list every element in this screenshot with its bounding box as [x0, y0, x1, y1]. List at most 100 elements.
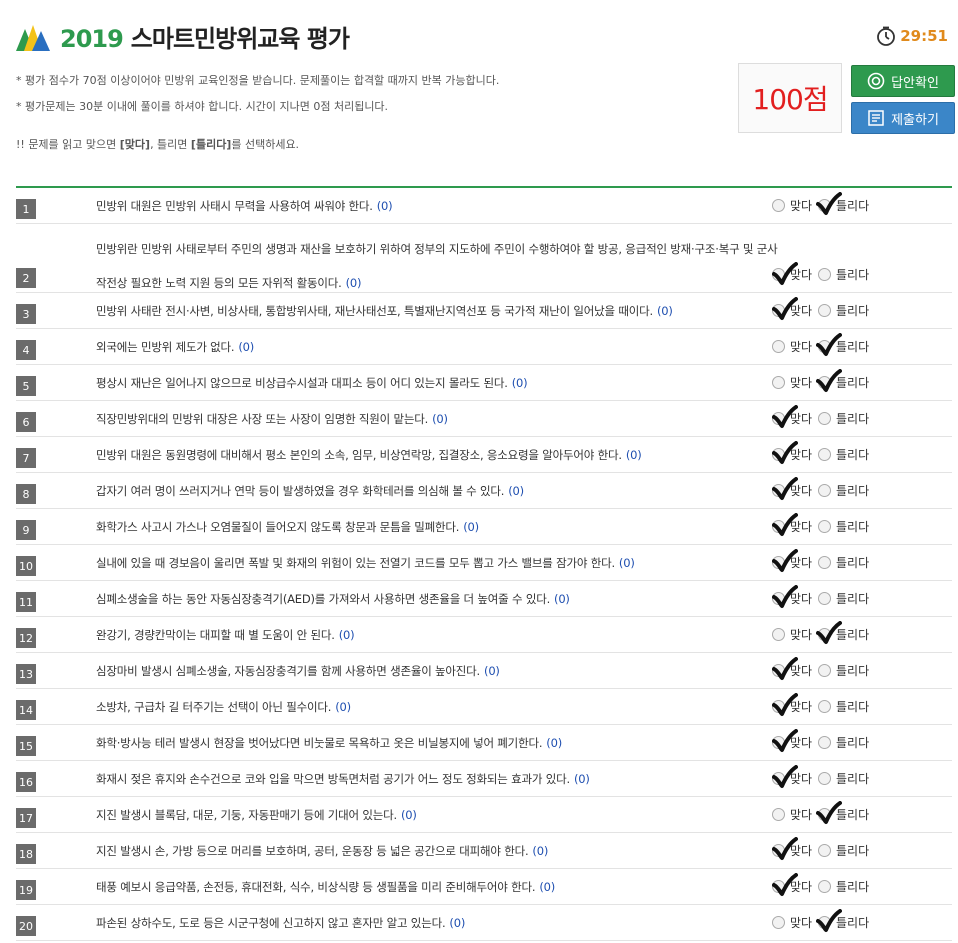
option-wrong[interactable]: 틀리다: [818, 833, 869, 868]
radio-correct[interactable]: [772, 592, 785, 605]
question-number: 10: [16, 556, 36, 576]
radio-correct[interactable]: [772, 376, 785, 389]
option-correct[interactable]: 맞다: [772, 437, 812, 472]
option-wrong[interactable]: 틀리다: [818, 257, 869, 292]
instruction-o: [맞다]: [119, 138, 151, 151]
radio-wrong[interactable]: [818, 916, 831, 929]
option-correct[interactable]: 맞다: [772, 581, 812, 616]
radio-wrong[interactable]: [818, 628, 831, 641]
radio-correct[interactable]: [772, 628, 785, 641]
option-correct[interactable]: 맞다: [772, 473, 812, 508]
option-correct[interactable]: 맞다: [772, 329, 812, 364]
option-wrong[interactable]: 틀리다: [818, 365, 869, 400]
option-correct[interactable]: 맞다: [772, 509, 812, 544]
option-wrong[interactable]: 틀리다: [818, 905, 869, 940]
radio-correct[interactable]: [772, 520, 785, 533]
question-text: 지진 발생시 손, 가방 등으로 머리를 보호하며, 공터, 운동장 등 넓은 …: [96, 833, 548, 868]
target-icon: [867, 72, 885, 90]
radio-wrong[interactable]: [818, 520, 831, 533]
question-row: 13 심장마비 발생시 심폐소생술, 자동심장충격기를 함께 사용하면 생존율이 …: [16, 653, 952, 689]
answer-check-button[interactable]: 답안확인: [851, 65, 955, 97]
radio-correct[interactable]: [772, 664, 785, 677]
radio-wrong[interactable]: [818, 664, 831, 677]
radio-correct[interactable]: [772, 700, 785, 713]
question-text: 심장마비 발생시 심폐소생술, 자동심장충격기를 함께 사용하면 생존율이 높아…: [96, 653, 500, 688]
radio-wrong[interactable]: [818, 808, 831, 821]
option-correct-label: 맞다: [790, 772, 813, 786]
radio-wrong[interactable]: [818, 700, 831, 713]
option-wrong[interactable]: 틀리다: [818, 509, 869, 544]
radio-wrong[interactable]: [818, 880, 831, 893]
question-row: 7 민방위 대원은 동원명령에 대비해서 평소 본인의 소속, 임무, 비상연락망…: [16, 437, 952, 473]
radio-correct[interactable]: [772, 448, 785, 461]
option-wrong[interactable]: 틀리다: [818, 869, 869, 904]
option-correct[interactable]: 맞다: [772, 905, 812, 940]
radio-wrong[interactable]: [818, 304, 831, 317]
radio-wrong[interactable]: [818, 199, 831, 212]
option-correct[interactable]: 맞다: [772, 365, 812, 400]
radio-correct[interactable]: [772, 484, 785, 497]
radio-correct[interactable]: [772, 844, 785, 857]
option-correct[interactable]: 맞다: [772, 761, 812, 796]
question-points: (0): [539, 879, 556, 894]
radio-correct[interactable]: [772, 340, 785, 353]
question-row: 18 지진 발생시 손, 가방 등으로 머리를 보호하며, 공터, 운동장 등 넓…: [16, 833, 952, 869]
option-wrong[interactable]: 틀리다: [818, 689, 869, 724]
radio-wrong[interactable]: [818, 592, 831, 605]
option-wrong[interactable]: 틀리다: [818, 761, 869, 796]
option-wrong[interactable]: 틀리다: [818, 401, 869, 436]
option-correct[interactable]: 맞다: [772, 293, 812, 328]
option-correct[interactable]: 맞다: [772, 617, 812, 652]
radio-wrong[interactable]: [818, 484, 831, 497]
option-wrong[interactable]: 틀리다: [818, 329, 869, 364]
radio-correct[interactable]: [772, 304, 785, 317]
option-wrong[interactable]: 틀리다: [818, 581, 869, 616]
option-correct[interactable]: 맞다: [772, 188, 812, 223]
radio-wrong[interactable]: [818, 736, 831, 749]
question-number: 14: [16, 700, 36, 720]
submit-button[interactable]: 제출하기: [851, 102, 955, 134]
option-correct[interactable]: 맞다: [772, 545, 812, 580]
option-correct[interactable]: 맞다: [772, 797, 812, 832]
question-row: 6 직장민방위대의 민방위 대장은 사장 또는 사장이 임명한 직원이 맡는다.(…: [16, 401, 952, 437]
radio-correct[interactable]: [772, 199, 785, 212]
radio-wrong[interactable]: [818, 412, 831, 425]
radio-wrong[interactable]: [818, 844, 831, 857]
option-wrong[interactable]: 틀리다: [818, 653, 869, 688]
radio-correct[interactable]: [772, 556, 785, 569]
option-wrong[interactable]: 틀리다: [818, 473, 869, 508]
question-list: 1 민방위 대원은 민방위 사태시 무력을 사용하여 싸워야 한다. (0) 맞다 틀리…: [16, 186, 952, 941]
timer: 29:51: [876, 26, 948, 46]
option-wrong[interactable]: 틀리다: [818, 293, 869, 328]
option-wrong[interactable]: 틀리다: [818, 725, 869, 760]
question-label: 민방위 대원은 민방위 사태시 무력을 사용하여 싸워야 한다.: [96, 198, 373, 213]
radio-correct[interactable]: [772, 736, 785, 749]
question-row: 15 화학·방사능 테러 발생시 현장을 벗어났다면 비눗물로 목욕하고 옷은 비…: [16, 725, 952, 761]
option-correct[interactable]: 맞다: [772, 689, 812, 724]
option-correct[interactable]: 맞다: [772, 869, 812, 904]
radio-correct[interactable]: [772, 880, 785, 893]
option-wrong[interactable]: 틀리다: [818, 797, 869, 832]
radio-correct[interactable]: [772, 772, 785, 785]
radio-correct[interactable]: [772, 268, 785, 281]
radio-correct[interactable]: [772, 412, 785, 425]
radio-wrong[interactable]: [818, 448, 831, 461]
question-label: 심장마비 발생시 심폐소생술, 자동심장충격기를 함께 사용하면 생존율이 높아…: [96, 663, 481, 678]
radio-correct[interactable]: [772, 808, 785, 821]
option-wrong[interactable]: 틀리다: [818, 188, 869, 223]
radio-wrong[interactable]: [818, 340, 831, 353]
option-correct[interactable]: 맞다: [772, 833, 812, 868]
option-correct[interactable]: 맞다: [772, 401, 812, 436]
radio-wrong[interactable]: [818, 772, 831, 785]
radio-wrong[interactable]: [818, 268, 831, 281]
radio-wrong[interactable]: [818, 556, 831, 569]
option-wrong[interactable]: 틀리다: [818, 617, 869, 652]
radio-correct[interactable]: [772, 916, 785, 929]
option-correct[interactable]: 맞다: [772, 257, 812, 292]
radio-wrong[interactable]: [818, 376, 831, 389]
option-correct[interactable]: 맞다: [772, 725, 812, 760]
option-wrong-label: 틀리다: [836, 199, 870, 213]
option-correct[interactable]: 맞다: [772, 653, 812, 688]
option-wrong[interactable]: 틀리다: [818, 545, 869, 580]
option-wrong[interactable]: 틀리다: [818, 437, 869, 472]
